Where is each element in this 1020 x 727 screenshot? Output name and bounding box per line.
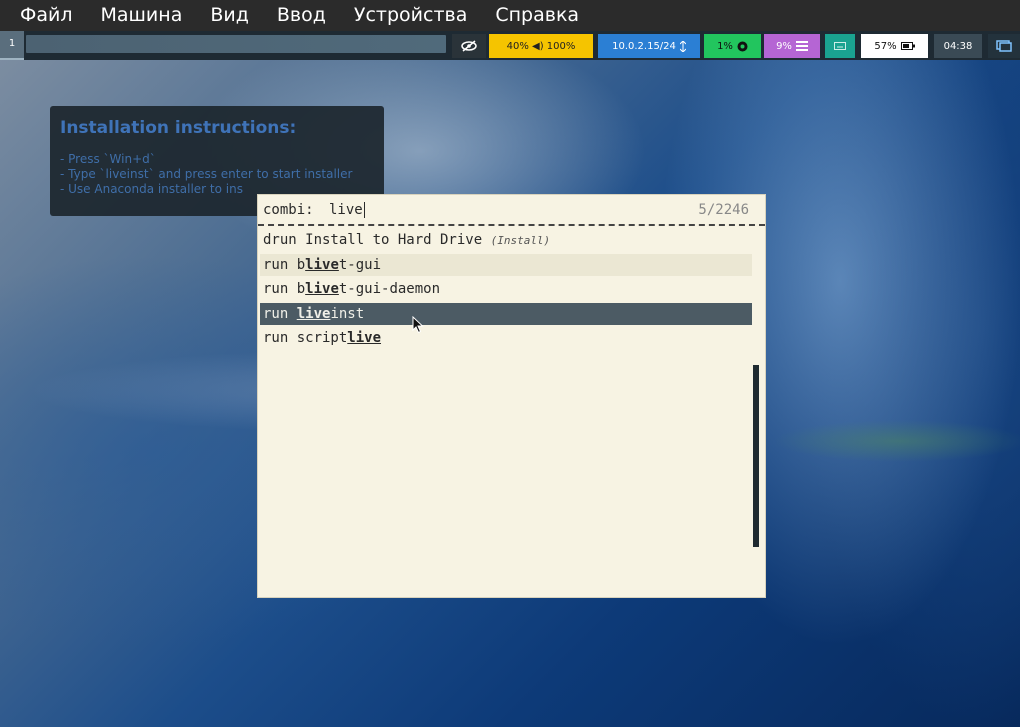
window-title-area: [26, 35, 446, 53]
result-prefix: run: [263, 305, 297, 322]
instructions-line: - Type `liveinst` and press enter to sta…: [60, 167, 353, 181]
keyboard-block[interactable]: [825, 34, 855, 58]
launcher-result-item-selected[interactable]: run liveinst: [260, 302, 752, 325]
privacy-block[interactable]: [452, 34, 486, 58]
instructions-line: - Press `Win+d`: [60, 152, 156, 166]
launcher-input-row[interactable]: combi: live 5/2246: [258, 195, 765, 226]
result-match: live: [296, 305, 331, 322]
launcher-result-item[interactable]: drun Install to Hard Drive (Install): [260, 229, 752, 251]
menu-devices[interactable]: Устройства: [340, 0, 481, 31]
launcher-prompt: combi:: [263, 202, 314, 218]
result-prefix: run b: [263, 281, 306, 297]
clock-text: 04:38: [943, 40, 973, 52]
instructions-title: Installation instructions:: [60, 118, 297, 138]
launcher-result-counter: 5/2246: [698, 202, 749, 218]
workspace-button[interactable]: 1: [0, 31, 24, 60]
cpu-block[interactable]: 1%: [704, 34, 761, 58]
result-prefix: run script: [263, 330, 348, 346]
launcher-result-item[interactable]: run blivet-gui-daemon: [260, 278, 752, 300]
menu-view[interactable]: Вид: [196, 0, 263, 31]
cpu-icon: [737, 41, 748, 51]
network-icon: [679, 40, 686, 52]
launcher-result-list: drun Install to Hard Drive (Install) run…: [260, 229, 752, 352]
keyboard-icon: [834, 42, 846, 50]
result-prefix: run b: [263, 256, 306, 273]
menu-file[interactable]: Файл: [0, 0, 87, 31]
menu-input[interactable]: Ввод: [263, 0, 340, 31]
launcher-scrollbar[interactable]: [753, 365, 759, 547]
battery-text: 57%: [874, 40, 897, 52]
result-suffix: t-gui: [338, 256, 382, 273]
memory-text: 9%: [776, 40, 792, 52]
mouse-pointer-icon: [412, 316, 424, 334]
result-suffix: inst: [330, 305, 365, 322]
clock-block[interactable]: 04:38: [934, 34, 982, 58]
network-block[interactable]: 10.0.2.15/24: [598, 34, 700, 58]
battery-block[interactable]: 57%: [861, 34, 928, 58]
display-tray-icon: [996, 40, 1012, 52]
app-launcher: combi: live 5/2246 drun Install to Hard …: [257, 194, 766, 598]
network-text: 10.0.2.15/24: [612, 40, 676, 52]
result-suffix: t-gui-daemon: [338, 281, 441, 297]
vbox-menubar: Файл Машина Вид Ввод Устройства Справка: [0, 0, 1020, 31]
menu-machine[interactable]: Машина: [87, 0, 197, 31]
tray-block[interactable]: [988, 34, 1020, 58]
result-match: live: [305, 256, 339, 273]
result-prefix: drun Install to Hard Drive: [263, 232, 491, 248]
status-bar: 1 40% ◀) 100% 10.0.2.15/24 1% 9% 57% 04:…: [0, 31, 1020, 60]
launcher-result-item[interactable]: run blivet-gui: [260, 253, 752, 276]
battery-icon: [900, 42, 915, 50]
result-tag: (Install): [490, 234, 551, 247]
launcher-result-item[interactable]: run scriptlive: [260, 327, 752, 349]
volume-text: 40% ◀) 100%: [506, 40, 576, 52]
launcher-search-input[interactable]: live: [329, 202, 365, 218]
memory-block[interactable]: 9%: [764, 34, 820, 58]
eye-slash-icon: [461, 40, 477, 52]
memory-icon: [795, 41, 808, 51]
cpu-text: 1%: [717, 40, 733, 52]
menu-help[interactable]: Справка: [481, 0, 593, 31]
result-match: live: [347, 330, 382, 346]
volume-block[interactable]: 40% ◀) 100%: [489, 34, 593, 58]
result-match: live: [305, 281, 339, 297]
